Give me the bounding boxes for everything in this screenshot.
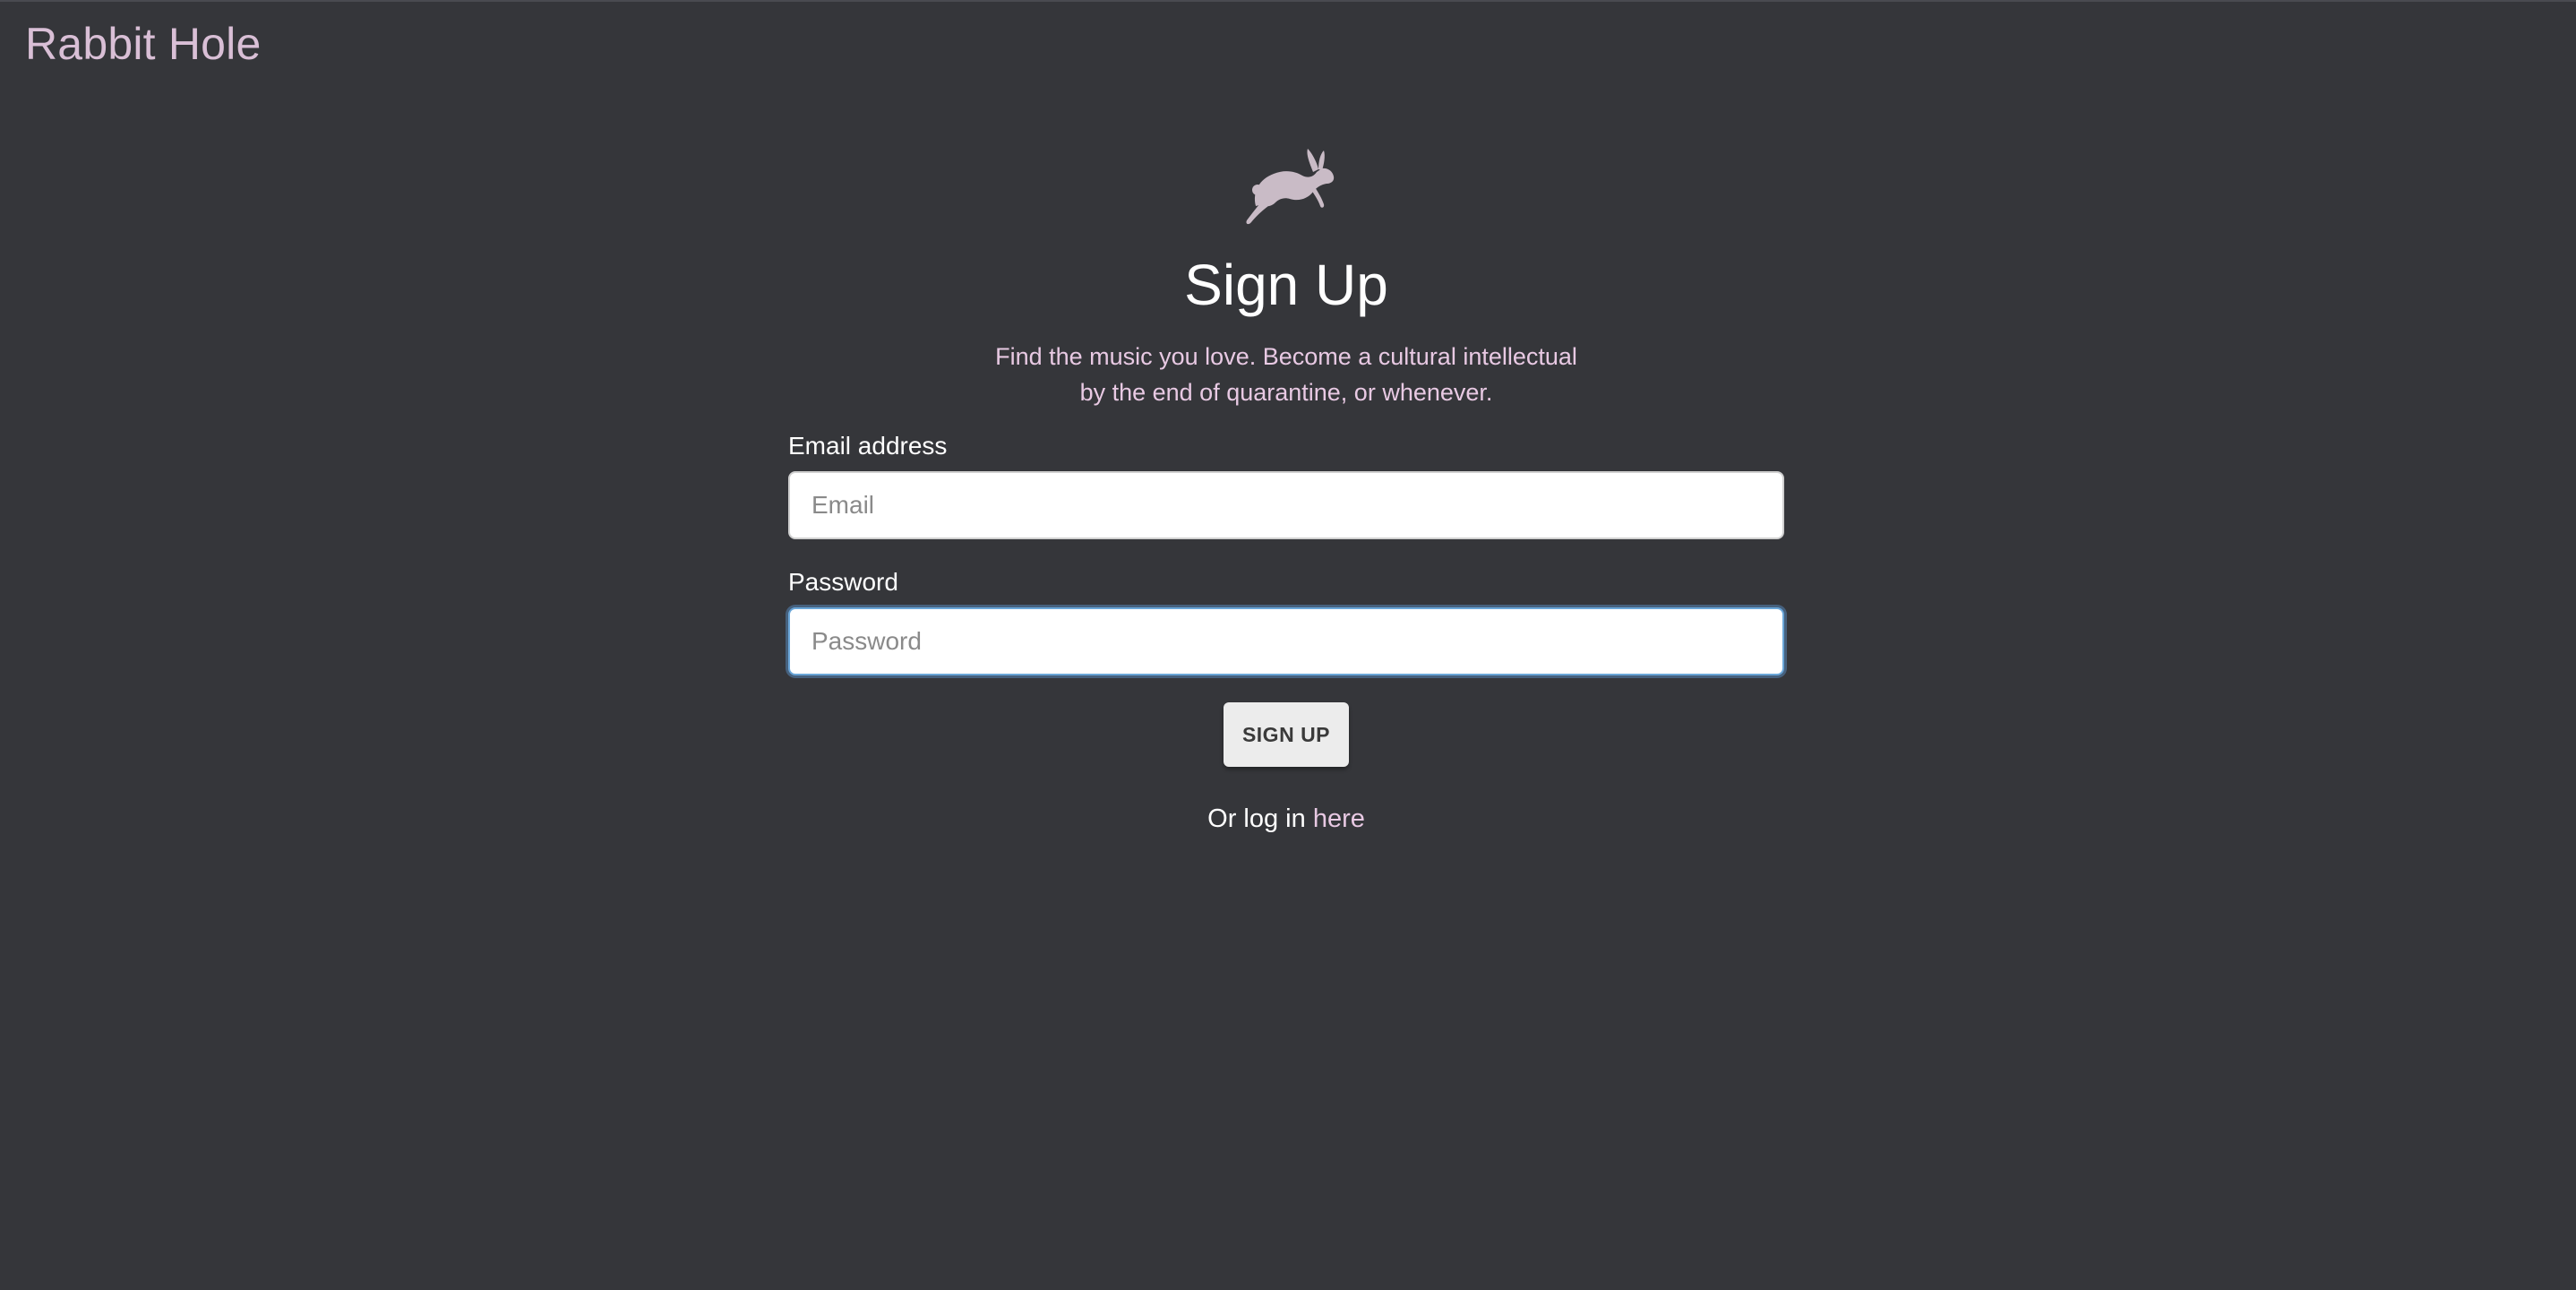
login-prefix: Or log in (1207, 804, 1313, 833)
rabbit-icon (1246, 149, 1335, 225)
password-group: Password (788, 568, 1784, 675)
email-field[interactable] (788, 471, 1784, 539)
page-title: Sign Up (1184, 253, 1388, 317)
signup-form: Email address Password SIGN UP (788, 432, 1784, 767)
signup-panel: Sign Up Find the music you love. Become … (788, 127, 1784, 834)
subtitle-line-2: by the end of quarantine, or whenever. (1079, 379, 1493, 406)
brand-link[interactable]: Rabbit Hole (25, 18, 261, 70)
button-row: SIGN UP (788, 702, 1784, 767)
email-label: Email address (788, 432, 948, 460)
login-prompt: Or log in here (1207, 804, 1365, 834)
subtitle-line-1: Find the music you love. Become a cultur… (995, 343, 1577, 370)
password-field[interactable] (788, 607, 1784, 675)
page-subtitle: Find the music you love. Become a cultur… (964, 339, 1609, 410)
login-link[interactable]: here (1313, 804, 1365, 833)
email-group: Email address (788, 432, 1784, 539)
password-label: Password (788, 568, 898, 596)
sign-up-button[interactable]: SIGN UP (1224, 702, 1349, 767)
